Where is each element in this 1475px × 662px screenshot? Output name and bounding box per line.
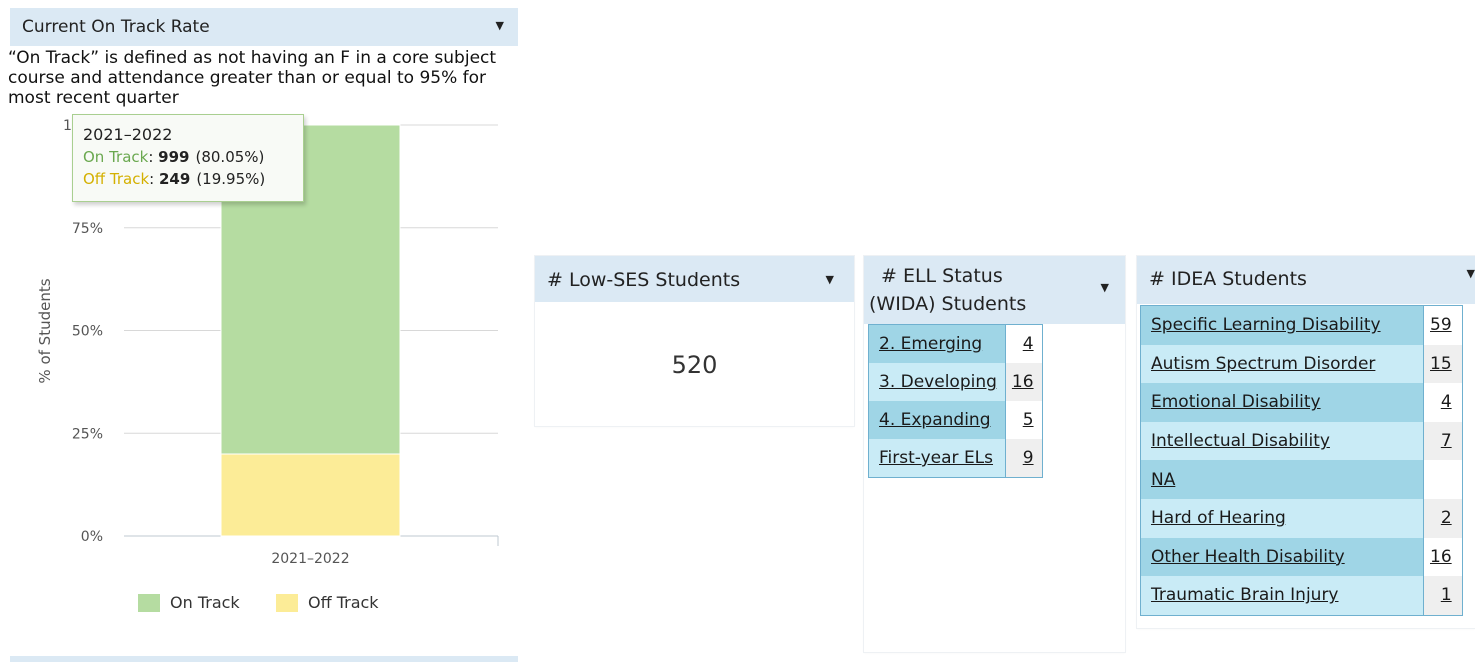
table-row: 3. Developing 16 bbox=[868, 363, 1043, 401]
panel-menu-caret-icon[interactable]: ▼ bbox=[1101, 282, 1109, 293]
low-ses-panel: # Low-SES Students ▼ 520 bbox=[535, 256, 854, 426]
row-count-cell bbox=[1423, 460, 1463, 499]
tooltip-off-label: Off Track bbox=[83, 170, 150, 188]
legend-item-off-track[interactable]: Off Track bbox=[276, 593, 379, 612]
row-label-link[interactable]: Hard of Hearing bbox=[1151, 508, 1286, 528]
legend-label-off-track: Off Track bbox=[308, 593, 379, 612]
ell-header: # ELL Status (WIDA) Students ▼ bbox=[864, 256, 1125, 324]
row-label-link[interactable]: Intellectual Disability bbox=[1151, 431, 1330, 451]
row-label-link[interactable]: Other Health Disability bbox=[1151, 547, 1345, 567]
row-count-cell: 1 bbox=[1423, 576, 1463, 616]
tooltip-off-pct: (19.95%) bbox=[196, 170, 266, 188]
row-label-link[interactable]: Autism Spectrum Disorder bbox=[1151, 354, 1375, 374]
row-count-link[interactable]: 5 bbox=[1023, 410, 1034, 430]
bar-off-track[interactable] bbox=[220, 453, 401, 537]
row-label-cell: 2. Emerging bbox=[868, 324, 1006, 363]
tooltip-on-pct: (80.05%) bbox=[195, 148, 265, 166]
low-ses-header: # Low-SES Students ▼ bbox=[535, 256, 854, 302]
panel-menu-caret-icon[interactable]: ▼ bbox=[826, 274, 834, 285]
row-label-link[interactable]: First-year ELs bbox=[879, 448, 993, 468]
row-label-cell: Autism Spectrum Disorder bbox=[1140, 344, 1424, 384]
row-count-cell: 9 bbox=[1005, 439, 1043, 478]
idea-title: # IDEA Students bbox=[1149, 268, 1307, 290]
tooltip-on-label: On Track bbox=[83, 148, 149, 166]
row-count-cell: 59 bbox=[1423, 305, 1463, 345]
row-count-link[interactable]: 16 bbox=[1012, 372, 1034, 392]
y-tick-label: 75% bbox=[72, 221, 103, 237]
row-count-cell: 16 bbox=[1005, 363, 1043, 401]
legend-item-on-track[interactable]: On Track bbox=[138, 593, 240, 612]
tooltip-on-value: 999 bbox=[158, 148, 190, 166]
row-label-link[interactable]: 2. Emerging bbox=[879, 334, 982, 354]
table-row: Traumatic Brain Injury 1 bbox=[1140, 576, 1463, 616]
row-count-cell: 4 bbox=[1423, 383, 1463, 422]
row-count-link[interactable]: 16 bbox=[1430, 547, 1452, 567]
row-label-link[interactable]: Traumatic Brain Injury bbox=[1151, 585, 1339, 605]
on-track-chart: 0%25%50%75%100%2021–2022% of Students bbox=[36, 118, 499, 567]
table-row: Emotional Disability 4 bbox=[1140, 383, 1463, 422]
row-label-link[interactable]: Emotional Disability bbox=[1151, 392, 1321, 412]
ell-title-line1: # ELL Status bbox=[881, 265, 1003, 287]
table-row: 4. Expanding 5 bbox=[868, 401, 1043, 439]
row-count-link[interactable]: 2 bbox=[1441, 508, 1452, 528]
legend-swatch-off-track bbox=[276, 593, 298, 612]
row-label-link[interactable]: Specific Learning Disability bbox=[1151, 315, 1381, 335]
chart-tooltip: 2021–2022 On Track: 999 (80.05%) Off Trac… bbox=[72, 114, 304, 202]
row-count-cell: 2 bbox=[1423, 498, 1463, 538]
x-category-label: 2021–2022 bbox=[271, 551, 349, 567]
row-count-cell: 16 bbox=[1423, 537, 1463, 577]
low-ses-count: 520 bbox=[671, 351, 718, 379]
row-count-link[interactable]: 7 bbox=[1441, 431, 1452, 451]
ell-table: 2. Emerging 4 3. Developing 16 4. Expanding 5… bbox=[868, 324, 1043, 478]
table-row: Other Health Disability 16 bbox=[1140, 537, 1463, 577]
ell-title-line2: (WIDA) Students bbox=[869, 293, 1027, 315]
row-label-cell: Other Health Disability bbox=[1140, 537, 1424, 577]
row-label-cell: NA bbox=[1140, 460, 1424, 499]
table-row: 2. Emerging 4 bbox=[868, 324, 1043, 363]
row-label-cell: Traumatic Brain Injury bbox=[1140, 576, 1424, 616]
row-count-link[interactable]: 9 bbox=[1023, 448, 1034, 468]
row-count-link[interactable]: 1 bbox=[1441, 585, 1452, 605]
tooltip-on-track-row: On Track: 999 (80.05%) bbox=[83, 148, 265, 166]
row-label-link[interactable]: 4. Expanding bbox=[879, 410, 991, 430]
row-count-link[interactable]: 15 bbox=[1430, 354, 1452, 374]
table-row: Hard of Hearing 2 bbox=[1140, 498, 1463, 538]
idea-header: # IDEA Students ▼ bbox=[1137, 256, 1475, 304]
table-row: Specific Learning Disability 59 bbox=[1140, 305, 1463, 345]
y-tick-label: 50% bbox=[72, 324, 103, 340]
table-row: Intellectual Disability 7 bbox=[1140, 421, 1463, 461]
tooltip-off-value: 249 bbox=[159, 170, 191, 188]
table-row: First-year ELs 9 bbox=[868, 439, 1043, 478]
tooltip-title: 2021–2022 bbox=[83, 125, 173, 144]
legend-swatch-on-track bbox=[138, 593, 160, 612]
low-ses-title: # Low-SES Students bbox=[547, 269, 741, 291]
row-label-cell: 3. Developing bbox=[868, 363, 1006, 401]
row-count-cell: 15 bbox=[1423, 344, 1463, 384]
row-label-cell: Specific Learning Disability bbox=[1140, 305, 1424, 345]
row-label-cell: Emotional Disability bbox=[1140, 383, 1424, 422]
row-label-link[interactable]: 3. Developing bbox=[879, 372, 997, 392]
row-label-cell: 4. Expanding bbox=[868, 401, 1006, 439]
next-panel-header-strip bbox=[10, 656, 518, 662]
y-tick-label: 25% bbox=[72, 426, 103, 442]
tooltip-off-track-row: Off Track: 249 (19.95%) bbox=[83, 170, 266, 188]
row-count-cell: 4 bbox=[1005, 324, 1043, 363]
row-count-link[interactable]: 4 bbox=[1023, 334, 1034, 354]
row-count-cell: 5 bbox=[1005, 401, 1043, 439]
row-count-link[interactable]: 59 bbox=[1430, 315, 1452, 335]
table-row: NA bbox=[1140, 460, 1463, 499]
row-label-cell: First-year ELs bbox=[868, 439, 1006, 478]
row-label-cell: Hard of Hearing bbox=[1140, 498, 1424, 538]
row-count-link[interactable]: 4 bbox=[1441, 392, 1452, 412]
panel-menu-caret-icon[interactable]: ▼ bbox=[1467, 268, 1475, 279]
row-label-cell: Intellectual Disability bbox=[1140, 421, 1424, 461]
table-row: Autism Spectrum Disorder 15 bbox=[1140, 344, 1463, 384]
legend-label-on-track: On Track bbox=[170, 593, 240, 612]
row-label-link[interactable]: NA bbox=[1151, 470, 1175, 490]
idea-table: Specific Learning Disability 59 Autism Spe… bbox=[1140, 305, 1463, 616]
y-tick-label: 0% bbox=[81, 529, 103, 545]
row-count-cell: 7 bbox=[1423, 421, 1463, 461]
y-axis-label: % of Students bbox=[36, 278, 54, 383]
